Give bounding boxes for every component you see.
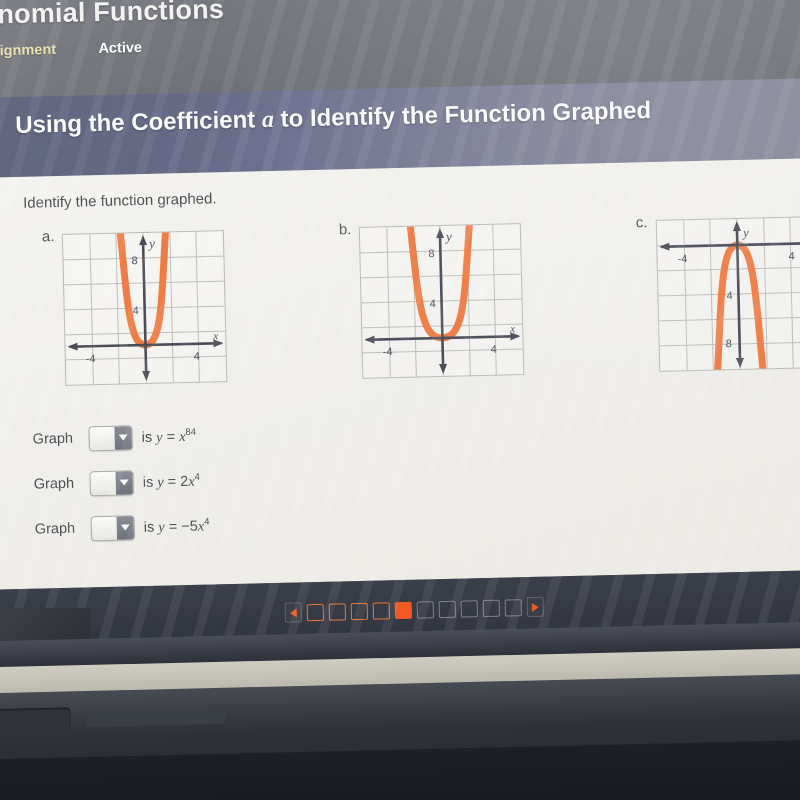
- answer-row-3-label: Graph: [34, 520, 76, 538]
- svg-text:4: 4: [133, 305, 139, 317]
- graph-a-grid: x y 8 4 -4 4: [61, 230, 228, 386]
- triangle-right-icon[interactable]: [526, 596, 545, 618]
- svg-text:x: x: [212, 330, 218, 342]
- graph-a-label: a.: [41, 228, 55, 246]
- answer-list: Graph is y = x84 Graph is y = 2x4 Graph …: [32, 421, 210, 560]
- svg-text:8: 8: [726, 338, 732, 350]
- graph-select-3-value: [92, 516, 118, 540]
- svg-text:y: y: [147, 236, 155, 251]
- tab-active[interactable]: Active: [98, 40, 142, 57]
- lesson-title: Using the Coefficient a to Identify the …: [15, 93, 776, 141]
- chevron-down-icon[interactable]: [116, 515, 135, 540]
- answer-row-2-rest: = 2: [163, 473, 189, 490]
- graph-select-2[interactable]: [89, 469, 135, 496]
- answer-row-2-equation: is y = 2x4: [143, 471, 201, 491]
- lesson-title-variable: a: [261, 106, 275, 134]
- chevron-down-icon[interactable]: [114, 425, 132, 450]
- chevron-down-icon[interactable]: [115, 470, 134, 495]
- question-card: Identify the function graphed. a. x y 8 …: [0, 157, 800, 590]
- tab-assignment[interactable]: ssignment: [0, 42, 56, 60]
- answer-row-3-is: is: [143, 519, 159, 536]
- answer-row-1-rest: =: [162, 428, 180, 445]
- answer-row-3-exponent: 4: [203, 516, 210, 528]
- svg-text:x: x: [509, 323, 515, 335]
- page-step-7[interactable]: [438, 600, 457, 618]
- svg-text:8: 8: [428, 248, 434, 260]
- lesson-title-part2: to Identify the Function Graphed: [273, 96, 652, 133]
- laptop-screen: onomial Functions ssignment Active Using…: [0, 0, 800, 666]
- course-tabs: ssignment Active: [0, 38, 180, 61]
- page-step-9[interactable]: [482, 599, 500, 617]
- graph-b-grid: x y 8 4 -4 4: [358, 223, 525, 379]
- answer-row-2-label: Graph: [33, 475, 75, 493]
- graph-c-label: c.: [635, 214, 648, 232]
- svg-text:4: 4: [726, 290, 732, 302]
- svg-text:4: 4: [194, 351, 200, 363]
- answer-row-3: Graph is y = −5x4: [34, 511, 210, 545]
- svg-text:-4: -4: [677, 253, 687, 265]
- svg-text:4: 4: [788, 251, 794, 263]
- course-title: onomial Functions: [0, 0, 225, 30]
- graph-b-svg: x y 8 4 -4 4: [360, 224, 523, 378]
- answer-row-3-rest: = −5: [164, 518, 198, 535]
- answer-row-1-equation: is y = x84: [141, 426, 196, 446]
- triangle-left-icon[interactable]: [284, 602, 303, 623]
- answer-row-1-exponent: 84: [185, 426, 197, 438]
- svg-text:4: 4: [491, 344, 497, 356]
- page-step-8[interactable]: [460, 599, 479, 618]
- answer-row-3-equation: is y = −5x4: [144, 516, 210, 536]
- pagination: [284, 596, 545, 623]
- page-step-4[interactable]: [372, 601, 391, 620]
- page-step-1[interactable]: [306, 603, 325, 621]
- svg-text:y: y: [444, 229, 452, 244]
- laptop-hinge-detail: [85, 707, 226, 728]
- photo-of-laptop-screen: onomial Functions ssignment Active Using…: [0, 0, 800, 800]
- graph-select-1[interactable]: [88, 424, 133, 451]
- page-step-6[interactable]: [416, 600, 435, 619]
- question-prompt: Identify the function graphed.: [22, 190, 217, 212]
- page-step-5-current[interactable]: [394, 601, 413, 619]
- page-step-3[interactable]: [350, 602, 369, 620]
- page-step-10[interactable]: [504, 598, 522, 617]
- answer-row-1-label: Graph: [32, 430, 74, 448]
- svg-text:8: 8: [131, 255, 137, 267]
- answer-row-2-is: is: [142, 474, 158, 491]
- graph-select-2-value: [90, 471, 116, 495]
- graph-row: a. x y 8 4 -4 4 b. x y 8 4 -4 4 c. y -4 …: [0, 207, 800, 428]
- graph-select-3[interactable]: [90, 514, 136, 541]
- svg-text:y: y: [741, 225, 749, 240]
- answer-row-2-exponent: 4: [194, 471, 201, 483]
- graph-b-label: b.: [338, 221, 352, 239]
- graph-select-1-value: [89, 426, 115, 450]
- graph-a-svg: x y 8 4 -4 4: [63, 231, 226, 385]
- svg-text:4: 4: [429, 298, 435, 310]
- page-step-2[interactable]: [328, 602, 347, 621]
- graph-c-svg: x y -4 4 4 8: [657, 217, 800, 371]
- answer-row-1: Graph is y = x84: [32, 421, 207, 455]
- answer-row-1-is: is: [141, 429, 157, 446]
- svg-text:-4: -4: [86, 353, 96, 365]
- answer-row-2: Graph is y = 2x4: [33, 466, 208, 500]
- svg-text:-4: -4: [383, 346, 393, 358]
- lesson-title-part1: Using the Coefficient: [14, 106, 263, 139]
- laptop-port: [0, 707, 71, 732]
- graph-c-grid: x y -4 4 4 8: [655, 216, 800, 372]
